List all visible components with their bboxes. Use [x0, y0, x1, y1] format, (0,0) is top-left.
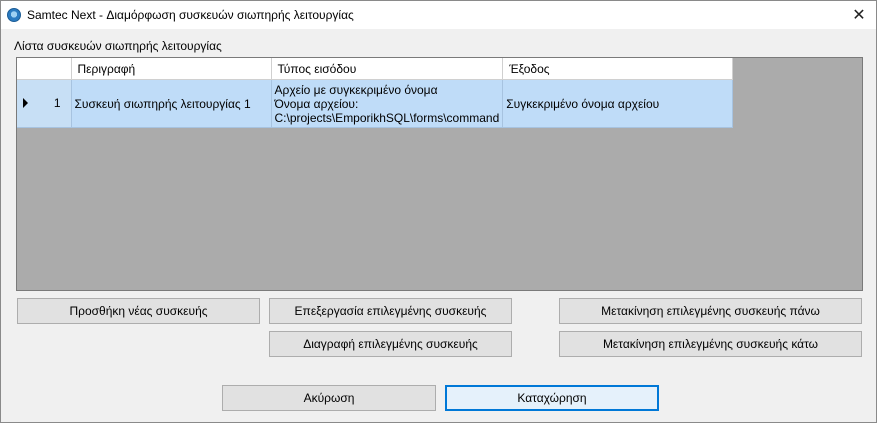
device-grid[interactable]: Περιγραφή Τύπος εισόδου Έξοδος 1 Συσκευή…: [16, 57, 863, 291]
row-header-corner: [17, 58, 72, 80]
input-type-line-2: Όνομα αρχείου:: [274, 96, 359, 111]
move-up-button[interactable]: Μετακίνηση επιλεγμένης συσκευής πάνω: [559, 298, 862, 324]
device-list-label: Λίστα συσκευών σιωπηρής λειτουργίας: [14, 39, 222, 53]
edit-device-button[interactable]: Επεξεργασία επιλεγμένης συσκευής: [269, 298, 512, 324]
input-type-line-1: Αρχείο με συγκεκριμένο όνομα: [274, 82, 438, 97]
table-row[interactable]: 1 Συσκευή σιωπηρής λειτουργίας 1 Αρχείο …: [17, 79, 734, 128]
submit-button[interactable]: Καταχώρηση: [445, 385, 659, 411]
row-header[interactable]: 1: [17, 79, 72, 128]
column-header-input-type[interactable]: Τύπος εισόδου: [271, 58, 504, 80]
column-header-output[interactable]: Έξοδος: [502, 58, 734, 80]
window-title: Samtec Next - Διαμόρφωση συσκευών σιωπηρ…: [27, 8, 354, 22]
column-header-description[interactable]: Περιγραφή: [71, 58, 272, 80]
move-down-button[interactable]: Μετακίνηση επιλεγμένης συσκευής κάτω: [559, 331, 862, 357]
title-bar[interactable]: Samtec Next - Διαμόρφωση συσκευών σιωπηρ…: [1, 1, 876, 29]
table-header-row: Περιγραφή Τύπος εισόδου Έξοδος: [17, 58, 734, 80]
input-type-line-3: C:\projects\EmporikhSQL\forms\command: [274, 110, 500, 125]
add-device-button[interactable]: Προσθήκη νέας συσκευής: [17, 298, 260, 324]
row-number: 1: [53, 96, 61, 110]
delete-device-button[interactable]: Διαγραφή επιλεγμένης συσκευής: [269, 331, 512, 357]
cell-description[interactable]: Συσκευή σιωπηρής λειτουργίας 1: [71, 79, 272, 128]
dialog-window: Samtec Next - Διαμόρφωση συσκευών σιωπηρ…: [0, 0, 877, 423]
app-icon: [7, 8, 21, 22]
cancel-button[interactable]: Ακύρωση: [222, 385, 436, 411]
cell-input-type[interactable]: Αρχείο με συγκεκριμένο όνομα Όνομα αρχεί…: [271, 79, 504, 128]
device-table: Περιγραφή Τύπος εισόδου Έξοδος 1 Συσκευή…: [17, 58, 734, 128]
row-selector-arrow-icon: [23, 98, 28, 108]
close-icon[interactable]: ✕: [848, 5, 870, 25]
cell-output[interactable]: Συγκεκριμένο όνομα αρχείου: [502, 79, 734, 128]
